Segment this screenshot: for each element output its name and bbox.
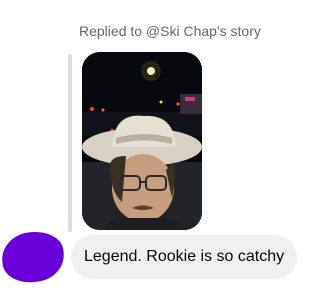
reply-context-label: Replied to @Ski Chap's story (79, 23, 261, 39)
story-photo-image (82, 52, 202, 230)
reply-quote-bar (68, 54, 72, 232)
message-bubble[interactable]: Legend. Rookie is so catchy (71, 235, 298, 279)
sender-avatar[interactable] (0, 227, 68, 287)
message-text: Legend. Rookie is so catchy (84, 248, 285, 265)
replied-story-thumbnail[interactable] (82, 52, 202, 230)
